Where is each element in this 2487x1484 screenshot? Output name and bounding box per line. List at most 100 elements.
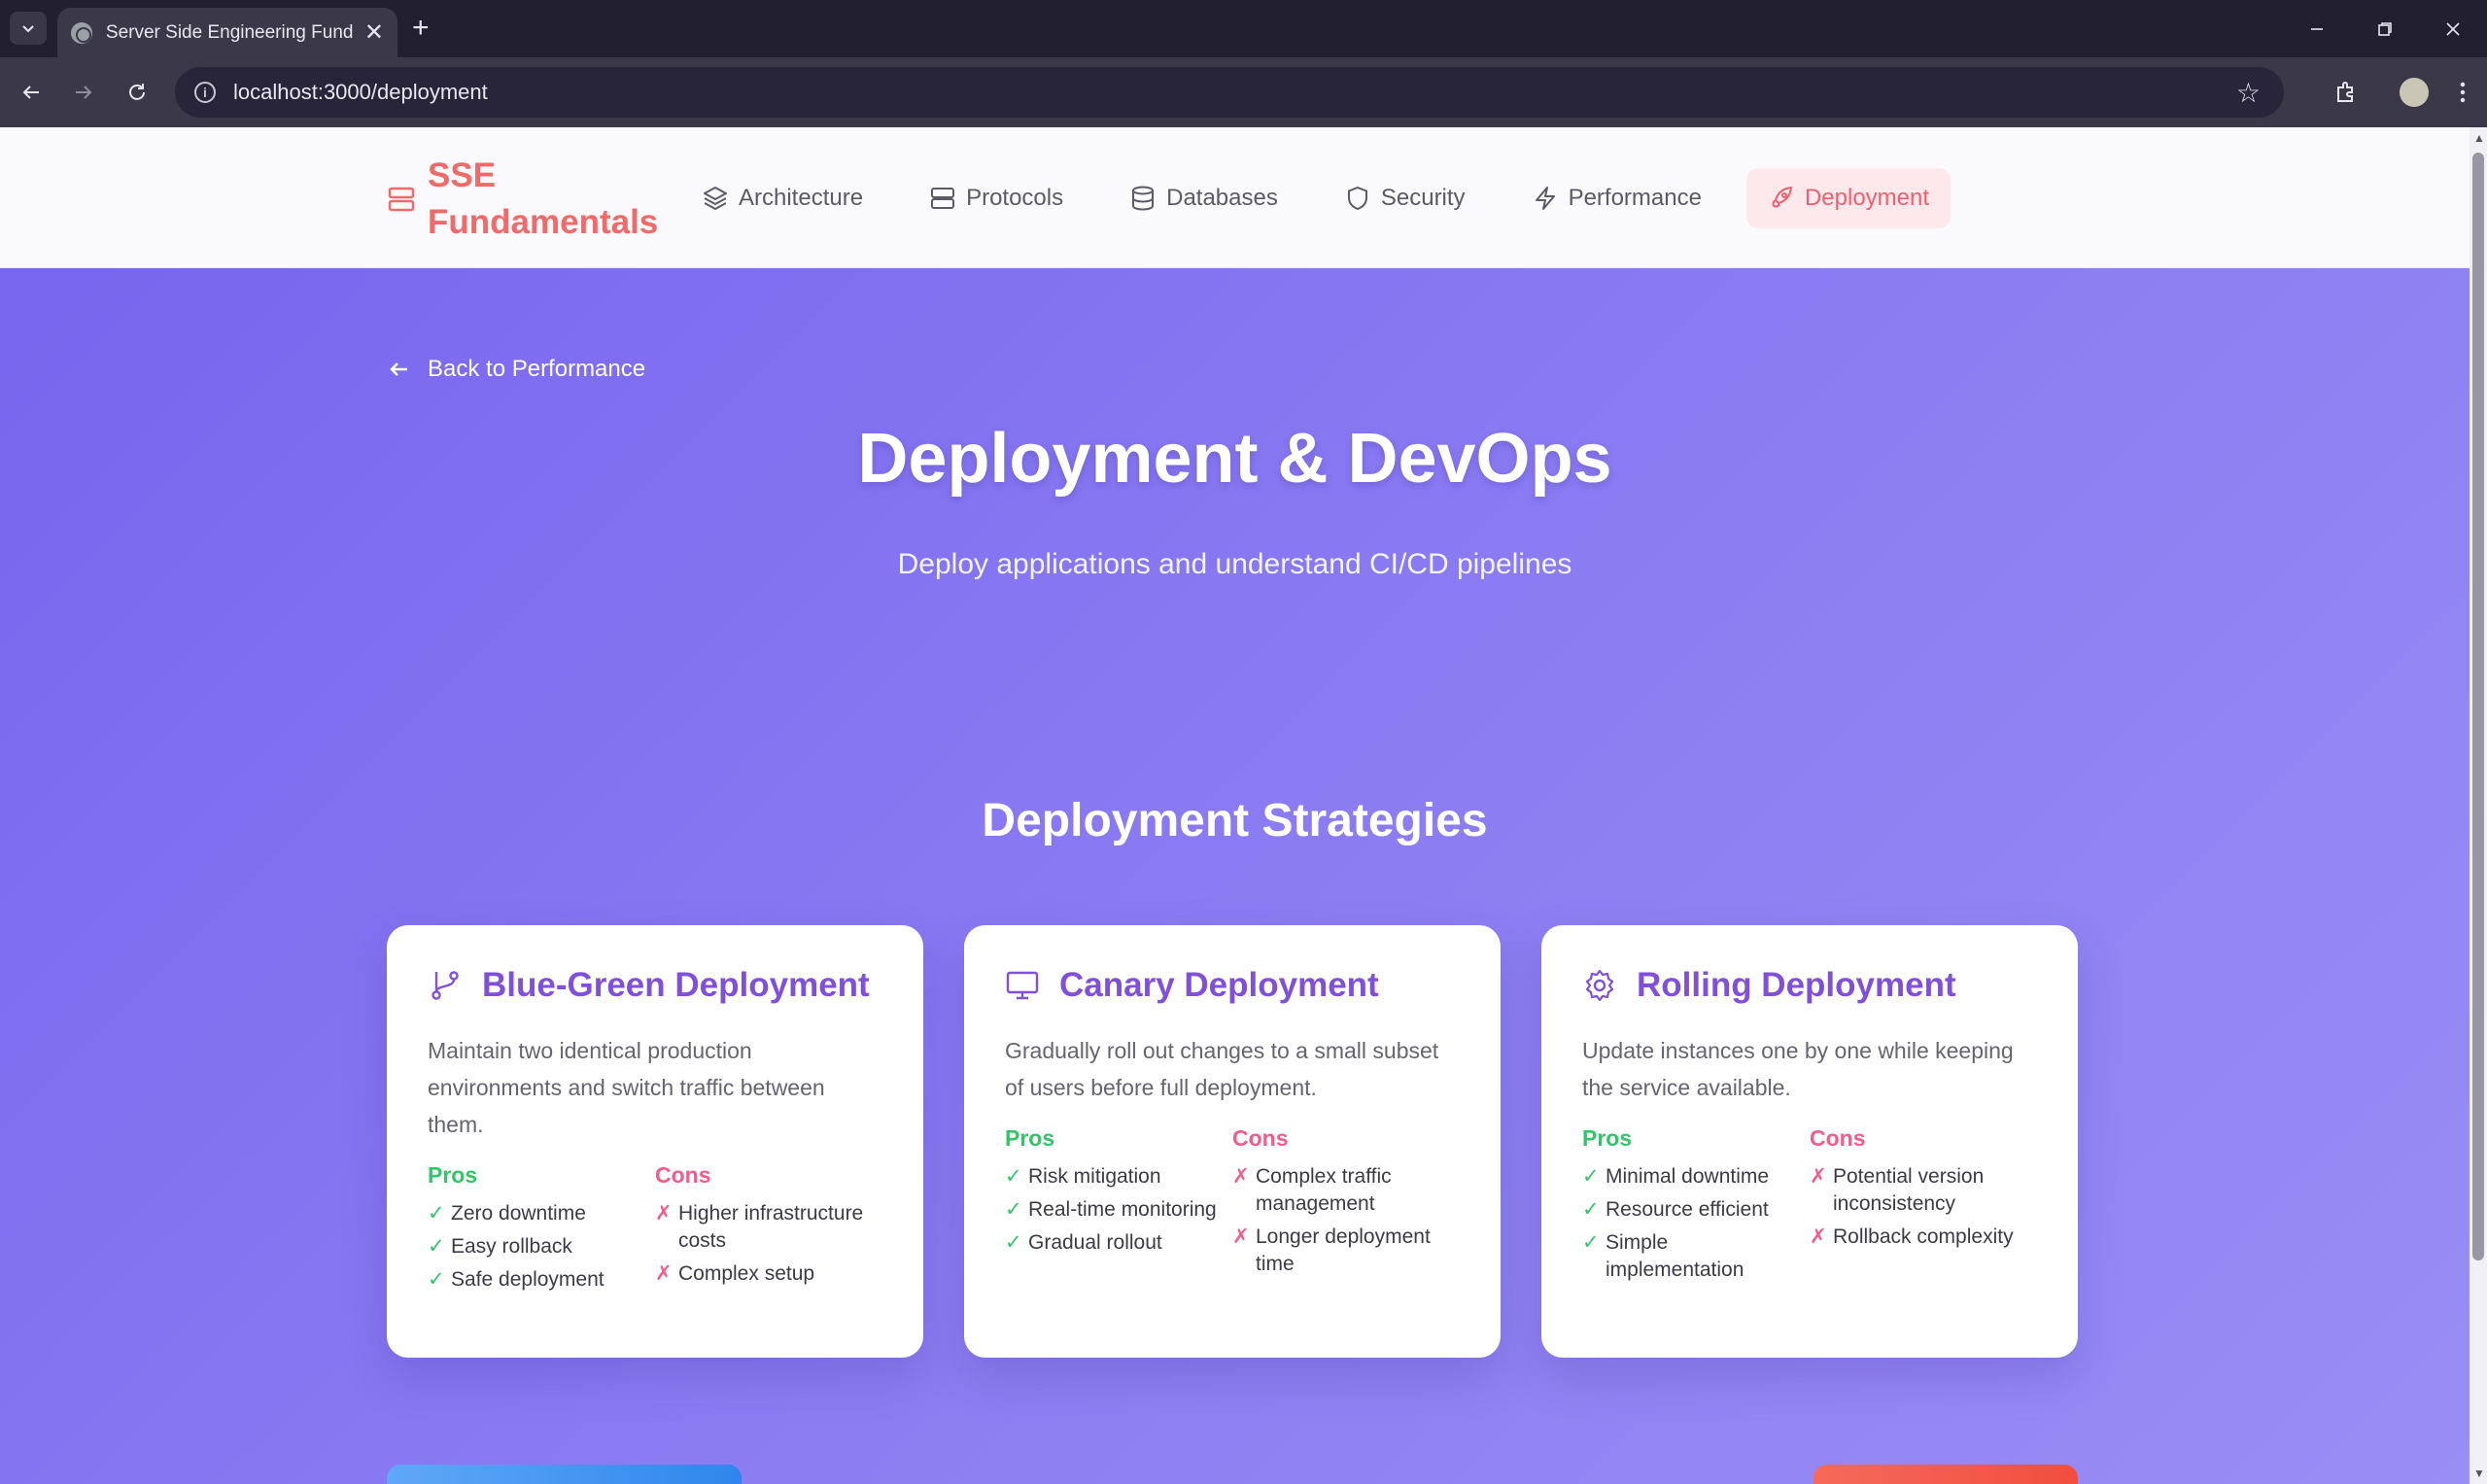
nav-item-security[interactable]: Security <box>1323 168 1487 228</box>
arrow-left-icon <box>390 362 407 376</box>
pros-heading: Pros <box>1005 1125 1055 1151</box>
monitor-icon <box>1006 971 1039 1000</box>
nav-label: Security <box>1380 185 1466 211</box>
check-icon: ✓ <box>1005 1198 1022 1221</box>
nav-item-protocols[interactable]: Protocols <box>908 168 1085 228</box>
shield-icon <box>1347 186 1367 211</box>
site-info-icon[interactable]: i <box>194 82 216 103</box>
tab-title: Server Side Engineering Fundar <box>105 21 353 43</box>
nav-label: Architecture <box>739 185 864 211</box>
scroll-up-icon[interactable]: ▲ <box>2473 132 2485 144</box>
cons-heading: Cons <box>1232 1125 1289 1151</box>
strategy-card-canary: Canary Deployment Gradually roll out cha… <box>964 925 1501 1358</box>
next-section-button-partial-red[interactable] <box>1813 1465 2078 1484</box>
check-icon: ✓ <box>1582 1198 1600 1221</box>
check-icon: ✓ <box>428 1268 445 1291</box>
window-controls <box>2283 0 2487 57</box>
site-header: SSE Fundamentals Architecture Protocols … <box>0 127 2470 268</box>
x-icon: ✗ <box>1810 1165 1827 1188</box>
card-description: Gradually roll out changes to a small su… <box>1005 1038 1439 1100</box>
next-section-button-partial[interactable] <box>387 1465 742 1484</box>
git-branch-icon <box>432 971 459 1000</box>
x-icon: ✗ <box>1810 1225 1827 1248</box>
forward-button[interactable] <box>66 75 101 110</box>
reload-button[interactable] <box>120 75 155 110</box>
minimize-button[interactable] <box>2283 0 2351 57</box>
con-item: ✗ Higher infrastructure costs <box>655 1200 882 1255</box>
browser-tab[interactable]: Server Side Engineering Fundar ✕ <box>57 8 397 57</box>
pro-item: ✓ Gradual rollout <box>1005 1229 1232 1257</box>
nav-label: Deployment <box>1804 185 1930 211</box>
pros-cons: Pros ✓ Risk mitigation ✓ Real-time monitor… <box>1005 1125 1460 1284</box>
pros-heading: Pros <box>428 1162 478 1188</box>
back-to-performance-link[interactable]: Back to Performance <box>387 356 645 383</box>
page-subtitle: Deploy applications and understand CI/CD… <box>897 548 1572 580</box>
con-item: ✗ Rollback complexity <box>1810 1224 2037 1251</box>
nav-label: Protocols <box>966 185 1064 211</box>
restore-icon <box>2378 21 2392 36</box>
cons-heading: Cons <box>1810 1125 1866 1151</box>
page-viewport: SSE Fundamentals Architecture Protocols … <box>0 127 2470 1484</box>
puzzle-icon <box>2337 82 2353 102</box>
profile-button[interactable] <box>2390 71 2438 114</box>
restore-button[interactable] <box>2351 0 2419 57</box>
nav-item-deployment[interactable]: Deployment <box>1745 168 1952 228</box>
page-title: Deployment & DevOps <box>857 420 1612 498</box>
brand-name: SSE Fundamentals <box>428 156 659 241</box>
reload-icon <box>129 84 145 100</box>
pro-item: ✓ Simple implementation <box>1582 1229 1810 1284</box>
pro-item: ✓ Easy rollback <box>428 1233 655 1260</box>
server-icon <box>388 187 415 212</box>
card-title: Canary Deployment <box>1059 966 1379 1004</box>
tab-search-button[interactable] <box>10 12 47 45</box>
new-tab-button[interactable]: + <box>412 12 430 45</box>
nav-item-architecture[interactable]: Architecture <box>680 168 884 228</box>
browser-toolbar: i localhost:3000/deployment ☆ <box>0 57 2487 127</box>
check-icon: ✓ <box>1582 1231 1600 1254</box>
check-icon: ✓ <box>1005 1231 1022 1254</box>
scroll-thumb[interactable] <box>2472 153 2484 1260</box>
toolbar-actions <box>2322 71 2487 114</box>
arrow-left-icon <box>22 86 39 99</box>
card-title: Blue-Green Deployment <box>482 966 870 1004</box>
back-button[interactable] <box>14 75 49 110</box>
settings-icon <box>1585 969 1614 1002</box>
close-window-button[interactable] <box>2419 0 2487 57</box>
x-icon: ✗ <box>1232 1225 1250 1248</box>
pro-item: ✓ Safe deployment <box>428 1266 655 1294</box>
brand-logo[interactable]: SSE Fundamentals <box>387 153 658 246</box>
section-title: Deployment Strategies <box>982 795 1488 846</box>
pro-item: ✓ Risk mitigation <box>1005 1163 1232 1191</box>
pros-heading: Pros <box>1582 1125 1633 1151</box>
x-icon: ✗ <box>655 1262 673 1285</box>
pro-item: ✓ Real-time monitoring <box>1005 1196 1232 1224</box>
check-icon: ✓ <box>1005 1165 1022 1188</box>
cons-column: Cons ✗ Higher infrastructure costs ✗ Compl… <box>655 1162 882 1299</box>
menu-button[interactable] <box>2438 71 2487 114</box>
con-item: ✗ Complex setup <box>655 1260 882 1288</box>
pro-item: ✓ Zero downtime <box>428 1200 655 1227</box>
pros-column: Pros ✓ Zero downtime ✓ Easy rollback ✓ Safe… <box>428 1162 655 1299</box>
pros-cons: Pros ✓ Zero downtime ✓ Easy rollback ✓ Safe… <box>428 1162 882 1299</box>
con-item: ✗ Longer deployment time <box>1232 1224 1460 1278</box>
browser-tab-bar: Server Side Engineering Fundar ✕ + <box>0 0 2487 57</box>
page-scrollbar[interactable]: ▲ ▼ <box>2470 127 2487 1484</box>
strategy-card-rolling: Rolling Deployment Update instances one … <box>1541 925 2078 1358</box>
scroll-down-icon[interactable]: ▼ <box>2473 1467 2485 1479</box>
strategy-card-blue-green: Blue-Green Deployment Maintain two ident… <box>387 925 923 1358</box>
card-description: Update instances one by one while keepin… <box>1582 1038 2014 1100</box>
layers-icon <box>704 187 727 210</box>
pro-item: ✓ Resource efficient <box>1582 1196 1810 1224</box>
extensions-button[interactable] <box>2322 71 2370 114</box>
card-description: Maintain two identical production enviro… <box>428 1038 825 1137</box>
url-text: localhost:3000/deployment <box>233 80 488 104</box>
chevron-down-icon <box>22 25 34 33</box>
nav-item-databases[interactable]: Databases <box>1108 168 1299 228</box>
globe-icon <box>71 21 92 44</box>
bookmark-star-icon[interactable]: ☆ <box>2236 77 2261 109</box>
con-item: ✗ Complex traffic management <box>1232 1163 1460 1218</box>
address-bar[interactable]: i localhost:3000/deployment ☆ <box>175 67 2284 118</box>
close-tab-icon[interactable]: ✕ <box>364 18 384 47</box>
nav-item-performance[interactable]: Performance <box>1510 168 1723 228</box>
main-nav: Architecture Protocols Databases Securit… <box>680 168 1974 228</box>
